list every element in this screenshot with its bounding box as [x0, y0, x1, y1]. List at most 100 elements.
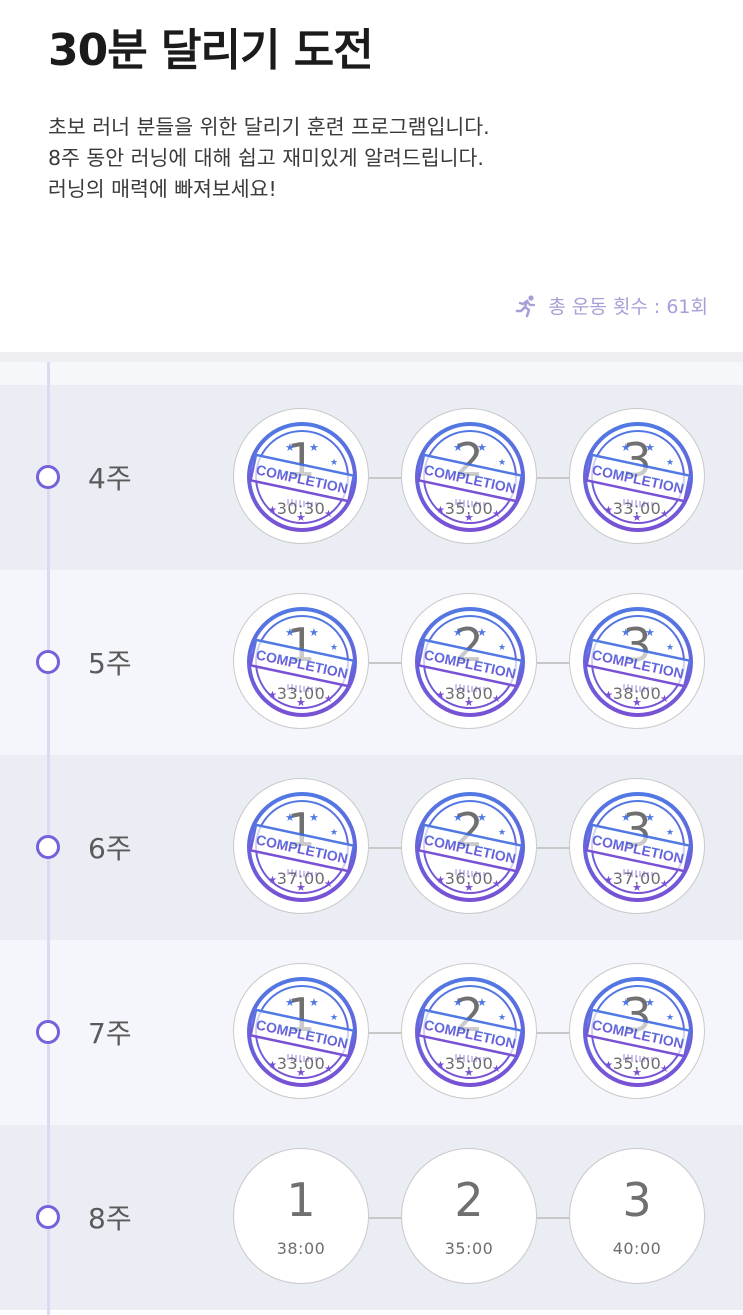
svg-text:★: ★ [621, 626, 631, 639]
session-button[interactable]: 2 35:00 ★ ★ ★ ★ ★ ★ COMPLETION [401, 963, 537, 1099]
session-button[interactable]: 1 38:00 [233, 1148, 369, 1284]
completion-stamp-icon: ★ ★ ★ ★ ★ ★ COMPLETION [246, 791, 358, 903]
session-button[interactable]: 3 38:00 ★ ★ ★ ★ ★ ★ COMPLETION [569, 593, 705, 729]
session-button[interactable]: 2 36:00 ★ ★ ★ ★ ★ ★ COMPLETION [401, 778, 537, 914]
svg-text:★: ★ [453, 811, 463, 824]
session-number: 3 [622, 1173, 652, 1227]
session-button[interactable]: 2 35:00 [401, 1148, 537, 1284]
page-title: 30분 달리기 도전 [48, 25, 374, 76]
session-button[interactable]: 3 40:00 [569, 1148, 705, 1284]
svg-text:★: ★ [498, 458, 506, 468]
svg-text:★: ★ [666, 458, 674, 468]
session-number: 1 [286, 1173, 316, 1227]
svg-text:★: ★ [268, 690, 277, 701]
session-button[interactable]: 3 33:00 ★ ★ ★ ★ ★ ★ COMPLETION [569, 408, 705, 544]
session-button[interactable]: 1 30:30 ★ ★ ★ ★ ★ ★ COMPLETION [233, 408, 369, 544]
svg-text:★: ★ [632, 511, 642, 524]
svg-text:★: ★ [621, 811, 631, 824]
timeline-dot [36, 1020, 60, 1044]
svg-text:★: ★ [498, 828, 506, 838]
completion-stamp-icon: ★ ★ ★ ★ ★ ★ COMPLETION [582, 976, 694, 1088]
svg-text:★: ★ [621, 996, 631, 1009]
timeline-dot [36, 835, 60, 859]
svg-text:★: ★ [436, 1060, 445, 1071]
svg-text:★: ★ [604, 875, 613, 886]
svg-text:★: ★ [330, 643, 338, 653]
session-button[interactable]: 3 37:00 ★ ★ ★ ★ ★ ★ COMPLETION [569, 778, 705, 914]
svg-text:★: ★ [645, 811, 655, 824]
svg-text:★: ★ [666, 828, 674, 838]
svg-text:★: ★ [632, 881, 642, 894]
svg-text:★: ★ [477, 811, 487, 824]
week-label: 8주 [88, 1202, 132, 1235]
week-row: 5주 1 33:00 ★ ★ ★ ★ ★ ★ COMPLETION 2 38:00 ★ ★ ★ ★ ★ ★ COMP… [0, 570, 743, 755]
session-connector [369, 477, 403, 479]
completion-stamp-icon: ★ ★ ★ ★ ★ ★ COMPLETION [414, 976, 526, 1088]
session-button[interactable]: 2 38:00 ★ ★ ★ ★ ★ ★ COMPLETION [401, 593, 537, 729]
svg-text:★: ★ [296, 696, 306, 709]
svg-text:★: ★ [464, 1066, 474, 1079]
svg-text:★: ★ [309, 441, 319, 454]
week-row: 8주 1 38:00 2 35:00 3 40:00 [0, 1125, 743, 1310]
svg-text:★: ★ [621, 441, 631, 454]
session-connector [369, 1032, 403, 1034]
session-connector [537, 477, 571, 479]
svg-text:★: ★ [660, 694, 669, 705]
svg-text:★: ★ [330, 1013, 338, 1023]
svg-text:★: ★ [285, 626, 295, 639]
svg-text:★: ★ [285, 441, 295, 454]
completion-stamp-icon: ★ ★ ★ ★ ★ ★ COMPLETION [582, 606, 694, 718]
session-duration: 38:00 [276, 1239, 326, 1258]
svg-text:★: ★ [660, 1064, 669, 1075]
session-connector [369, 662, 403, 664]
svg-text:★: ★ [453, 441, 463, 454]
svg-text:★: ★ [492, 1064, 501, 1075]
svg-text:★: ★ [666, 643, 674, 653]
svg-text:★: ★ [309, 811, 319, 824]
svg-text:★: ★ [285, 996, 295, 1009]
svg-text:★: ★ [498, 1013, 506, 1023]
svg-text:★: ★ [309, 626, 319, 639]
session-number: 2 [454, 1173, 484, 1227]
timeline-dot [36, 465, 60, 489]
svg-text:★: ★ [296, 881, 306, 894]
description-line: 8주 동안 러닝에 대해 쉽고 재미있게 알려드립니다. [48, 146, 484, 170]
week-row: 4주 1 30:30 ★ ★ ★ ★ ★ ★ COMPLETION 2 35:00 ★ ★ ★ ★ ★ ★ COMP… [0, 385, 743, 570]
session-button[interactable]: 1 33:00 ★ ★ ★ ★ ★ ★ COMPLETION [233, 963, 369, 1099]
session-connector [537, 847, 571, 849]
svg-text:★: ★ [464, 696, 474, 709]
session-connector [537, 1032, 571, 1034]
svg-text:★: ★ [645, 441, 655, 454]
session-button[interactable]: 2 35:00 ★ ★ ★ ★ ★ ★ COMPLETION [401, 408, 537, 544]
completion-stamp-icon: ★ ★ ★ ★ ★ ★ COMPLETION [414, 791, 526, 903]
session-duration: 40:00 [612, 1239, 662, 1258]
session-connector [369, 1217, 403, 1219]
svg-text:★: ★ [604, 505, 613, 516]
svg-text:★: ★ [436, 875, 445, 886]
session-connector [537, 1217, 571, 1219]
week-row: 6주 1 37:00 ★ ★ ★ ★ ★ ★ COMPLETION 2 36:00 ★ ★ ★ ★ ★ ★ COMP… [0, 755, 743, 940]
svg-text:★: ★ [296, 1066, 306, 1079]
svg-text:★: ★ [268, 1060, 277, 1071]
svg-text:★: ★ [492, 509, 501, 520]
session-button[interactable]: 1 33:00 ★ ★ ★ ★ ★ ★ COMPLETION [233, 593, 369, 729]
week-label: 7주 [88, 1017, 132, 1050]
svg-text:★: ★ [604, 690, 613, 701]
session-duration: 35:00 [444, 1239, 494, 1258]
completion-stamp-icon: ★ ★ ★ ★ ★ ★ COMPLETION [582, 421, 694, 533]
svg-text:★: ★ [453, 626, 463, 639]
svg-text:★: ★ [436, 690, 445, 701]
svg-text:★: ★ [324, 694, 333, 705]
svg-text:★: ★ [492, 694, 501, 705]
session-button[interactable]: 3 35:00 ★ ★ ★ ★ ★ ★ COMPLETION [569, 963, 705, 1099]
session-connector [369, 847, 403, 849]
session-connector [537, 662, 571, 664]
session-button[interactable]: 1 37:00 ★ ★ ★ ★ ★ ★ COMPLETION [233, 778, 369, 914]
svg-text:★: ★ [453, 996, 463, 1009]
svg-text:★: ★ [632, 696, 642, 709]
svg-text:★: ★ [477, 996, 487, 1009]
week-label: 5주 [88, 647, 132, 680]
svg-text:★: ★ [632, 1066, 642, 1079]
completion-stamp-icon: ★ ★ ★ ★ ★ ★ COMPLETION [414, 606, 526, 718]
program-description: 초보 러너 분들을 위한 달리기 훈련 프로그램입니다. 8주 동안 러닝에 대… [48, 112, 490, 205]
